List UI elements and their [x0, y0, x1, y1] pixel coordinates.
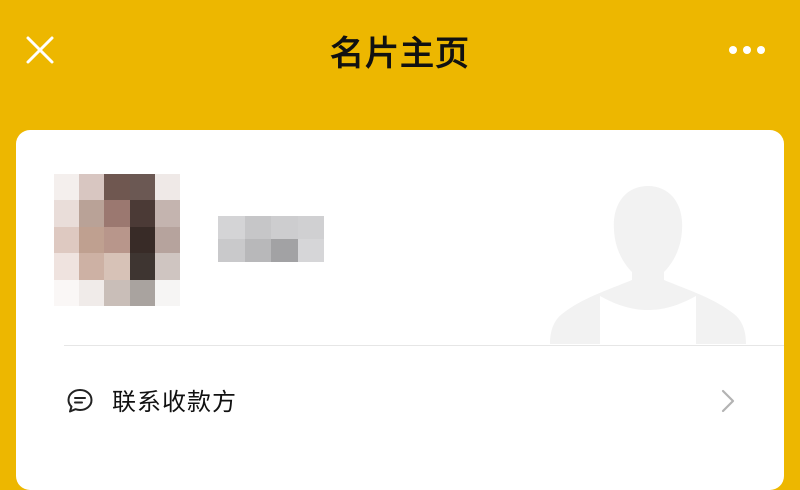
contact-payee-row[interactable]: 联系收款方 — [16, 346, 784, 454]
page-title: 名片主页 — [330, 34, 470, 74]
chevron-right-icon — [721, 389, 735, 413]
username-blurred — [218, 216, 324, 262]
profile-card: 联系收款方 — [16, 130, 784, 490]
chat-bubble-icon — [67, 389, 93, 413]
more-dots-icon — [729, 46, 765, 54]
more-options-button[interactable] — [722, 30, 772, 70]
default-profile-silhouette-icon — [550, 186, 746, 344]
avatar[interactable] — [54, 174, 180, 306]
contact-payee-label: 联系收款方 — [112, 388, 237, 416]
header-bar: 名片主页 — [0, 0, 800, 104]
